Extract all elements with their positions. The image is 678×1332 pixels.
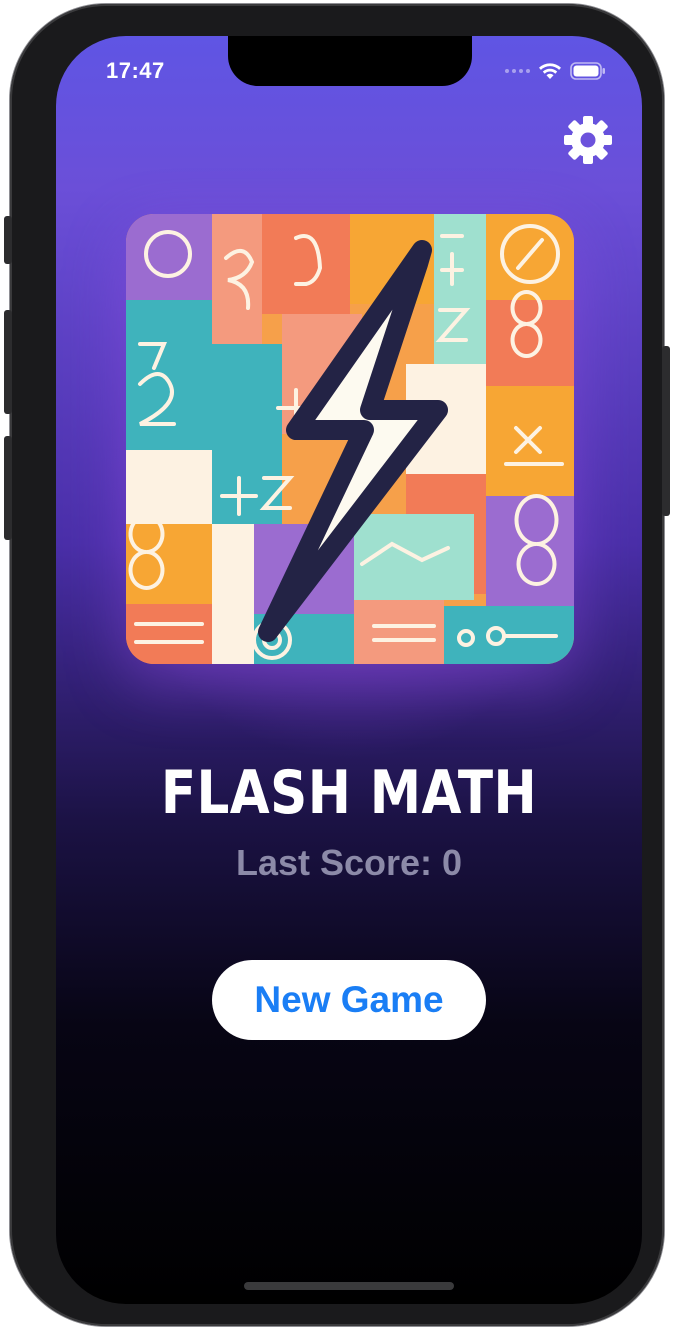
status-time: 17:47 (106, 58, 165, 83)
app-logo-artwork (126, 214, 574, 664)
last-score-label: Last Score: 0 (235, 842, 463, 883)
notch (228, 36, 472, 86)
home-indicator[interactable] (244, 1282, 454, 1290)
power-button (662, 346, 670, 516)
phone-frame: 17:47 FLASH MATH Last Score: 0 New Game (4, 4, 670, 1326)
volume-up-button (4, 310, 12, 414)
status-icons (505, 62, 606, 80)
volume-down-button (4, 436, 12, 540)
action-button (4, 216, 12, 264)
app-title: FLASH MATH (160, 758, 538, 828)
settings-button[interactable] (562, 114, 614, 166)
wifi-icon (539, 63, 561, 79)
gear-icon (564, 116, 612, 164)
new-game-button[interactable]: New Game (212, 960, 486, 1040)
signal-icon (505, 69, 530, 73)
app-screen: 17:47 FLASH MATH Last Score: 0 New Game (56, 36, 642, 1304)
battery-icon (570, 62, 605, 80)
